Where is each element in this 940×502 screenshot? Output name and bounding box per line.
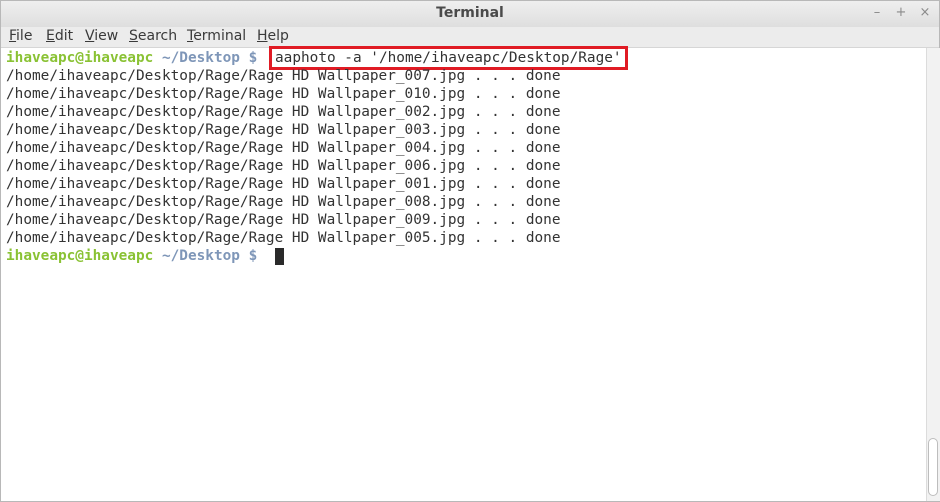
- menu-help[interactable]: Help: [257, 28, 289, 44]
- menu-help-mnemonic: H: [257, 28, 268, 44]
- output-line: /home/ihaveapc/Desktop/Rage/Rage HD Wall…: [6, 176, 561, 192]
- menu-view[interactable]: View: [85, 28, 118, 44]
- menu-search[interactable]: Search: [129, 28, 177, 44]
- vertical-scrollbar[interactable]: [926, 48, 940, 501]
- menu-view-mnemonic: V: [85, 28, 95, 44]
- menu-edit-mnemonic: E: [46, 28, 55, 44]
- menu-file-label: ile: [16, 28, 33, 44]
- menu-help-label: elp: [267, 28, 289, 44]
- prompt-line: ihaveapc@ihaveapc ~/Desktop $: [6, 247, 257, 265]
- prompt-path: ~/Desktop $: [153, 50, 258, 66]
- menu-bar: File Edit View Search Terminal Help: [1, 27, 939, 48]
- output-line: /home/ihaveapc/Desktop/Rage/Rage HD Wall…: [6, 158, 561, 174]
- maximize-icon[interactable]: +: [893, 5, 909, 21]
- menu-edit-label: dit: [54, 28, 74, 44]
- prompt-path: ~/Desktop $: [153, 248, 258, 264]
- output-line: /home/ihaveapc/Desktop/Rage/Rage HD Wall…: [6, 86, 561, 102]
- output-line: /home/ihaveapc/Desktop/Rage/Rage HD Wall…: [6, 212, 561, 228]
- terminal-output-area[interactable]: ihaveapc@ihaveapc ~/Desktop $ aaphoto -a…: [1, 46, 925, 501]
- menu-search-label: earch: [137, 28, 178, 44]
- menu-terminal[interactable]: Terminal: [187, 28, 246, 44]
- menu-terminal-label: erminal: [193, 28, 247, 44]
- menu-file-mnemonic: F: [9, 28, 17, 44]
- menu-search-mnemonic: S: [129, 28, 138, 44]
- terminal-window: Terminal – + × File Edit View Search Ter…: [0, 0, 940, 502]
- scrollbar-thumb[interactable]: [928, 438, 938, 496]
- highlighted-command: aaphoto -a '/home/ihaveapc/Desktop/Rage': [269, 46, 628, 70]
- output-line: /home/ihaveapc/Desktop/Rage/Rage HD Wall…: [6, 122, 561, 138]
- menu-edit[interactable]: Edit: [46, 28, 73, 44]
- output-line: /home/ihaveapc/Desktop/Rage/Rage HD Wall…: [6, 104, 561, 120]
- prompt-line: ihaveapc@ihaveapc ~/Desktop $: [6, 49, 257, 67]
- prompt-user: ihaveapc@ihaveapc: [6, 50, 154, 66]
- output-line: /home/ihaveapc/Desktop/Rage/Rage HD Wall…: [6, 230, 561, 246]
- close-icon[interactable]: ×: [917, 5, 933, 21]
- output-line: /home/ihaveapc/Desktop/Rage/Rage HD Wall…: [6, 68, 561, 84]
- prompt-user: ihaveapc@ihaveapc: [6, 248, 154, 264]
- minimize-icon[interactable]: –: [869, 5, 885, 21]
- window-title: Terminal: [436, 5, 504, 21]
- title-bar[interactable]: Terminal – + ×: [1, 1, 939, 28]
- output-line: /home/ihaveapc/Desktop/Rage/Rage HD Wall…: [6, 194, 561, 210]
- menu-view-label: iew: [94, 28, 119, 44]
- output-line: /home/ihaveapc/Desktop/Rage/Rage HD Wall…: [6, 140, 561, 156]
- menu-file[interactable]: File: [9, 28, 32, 44]
- text-cursor: [275, 248, 284, 265]
